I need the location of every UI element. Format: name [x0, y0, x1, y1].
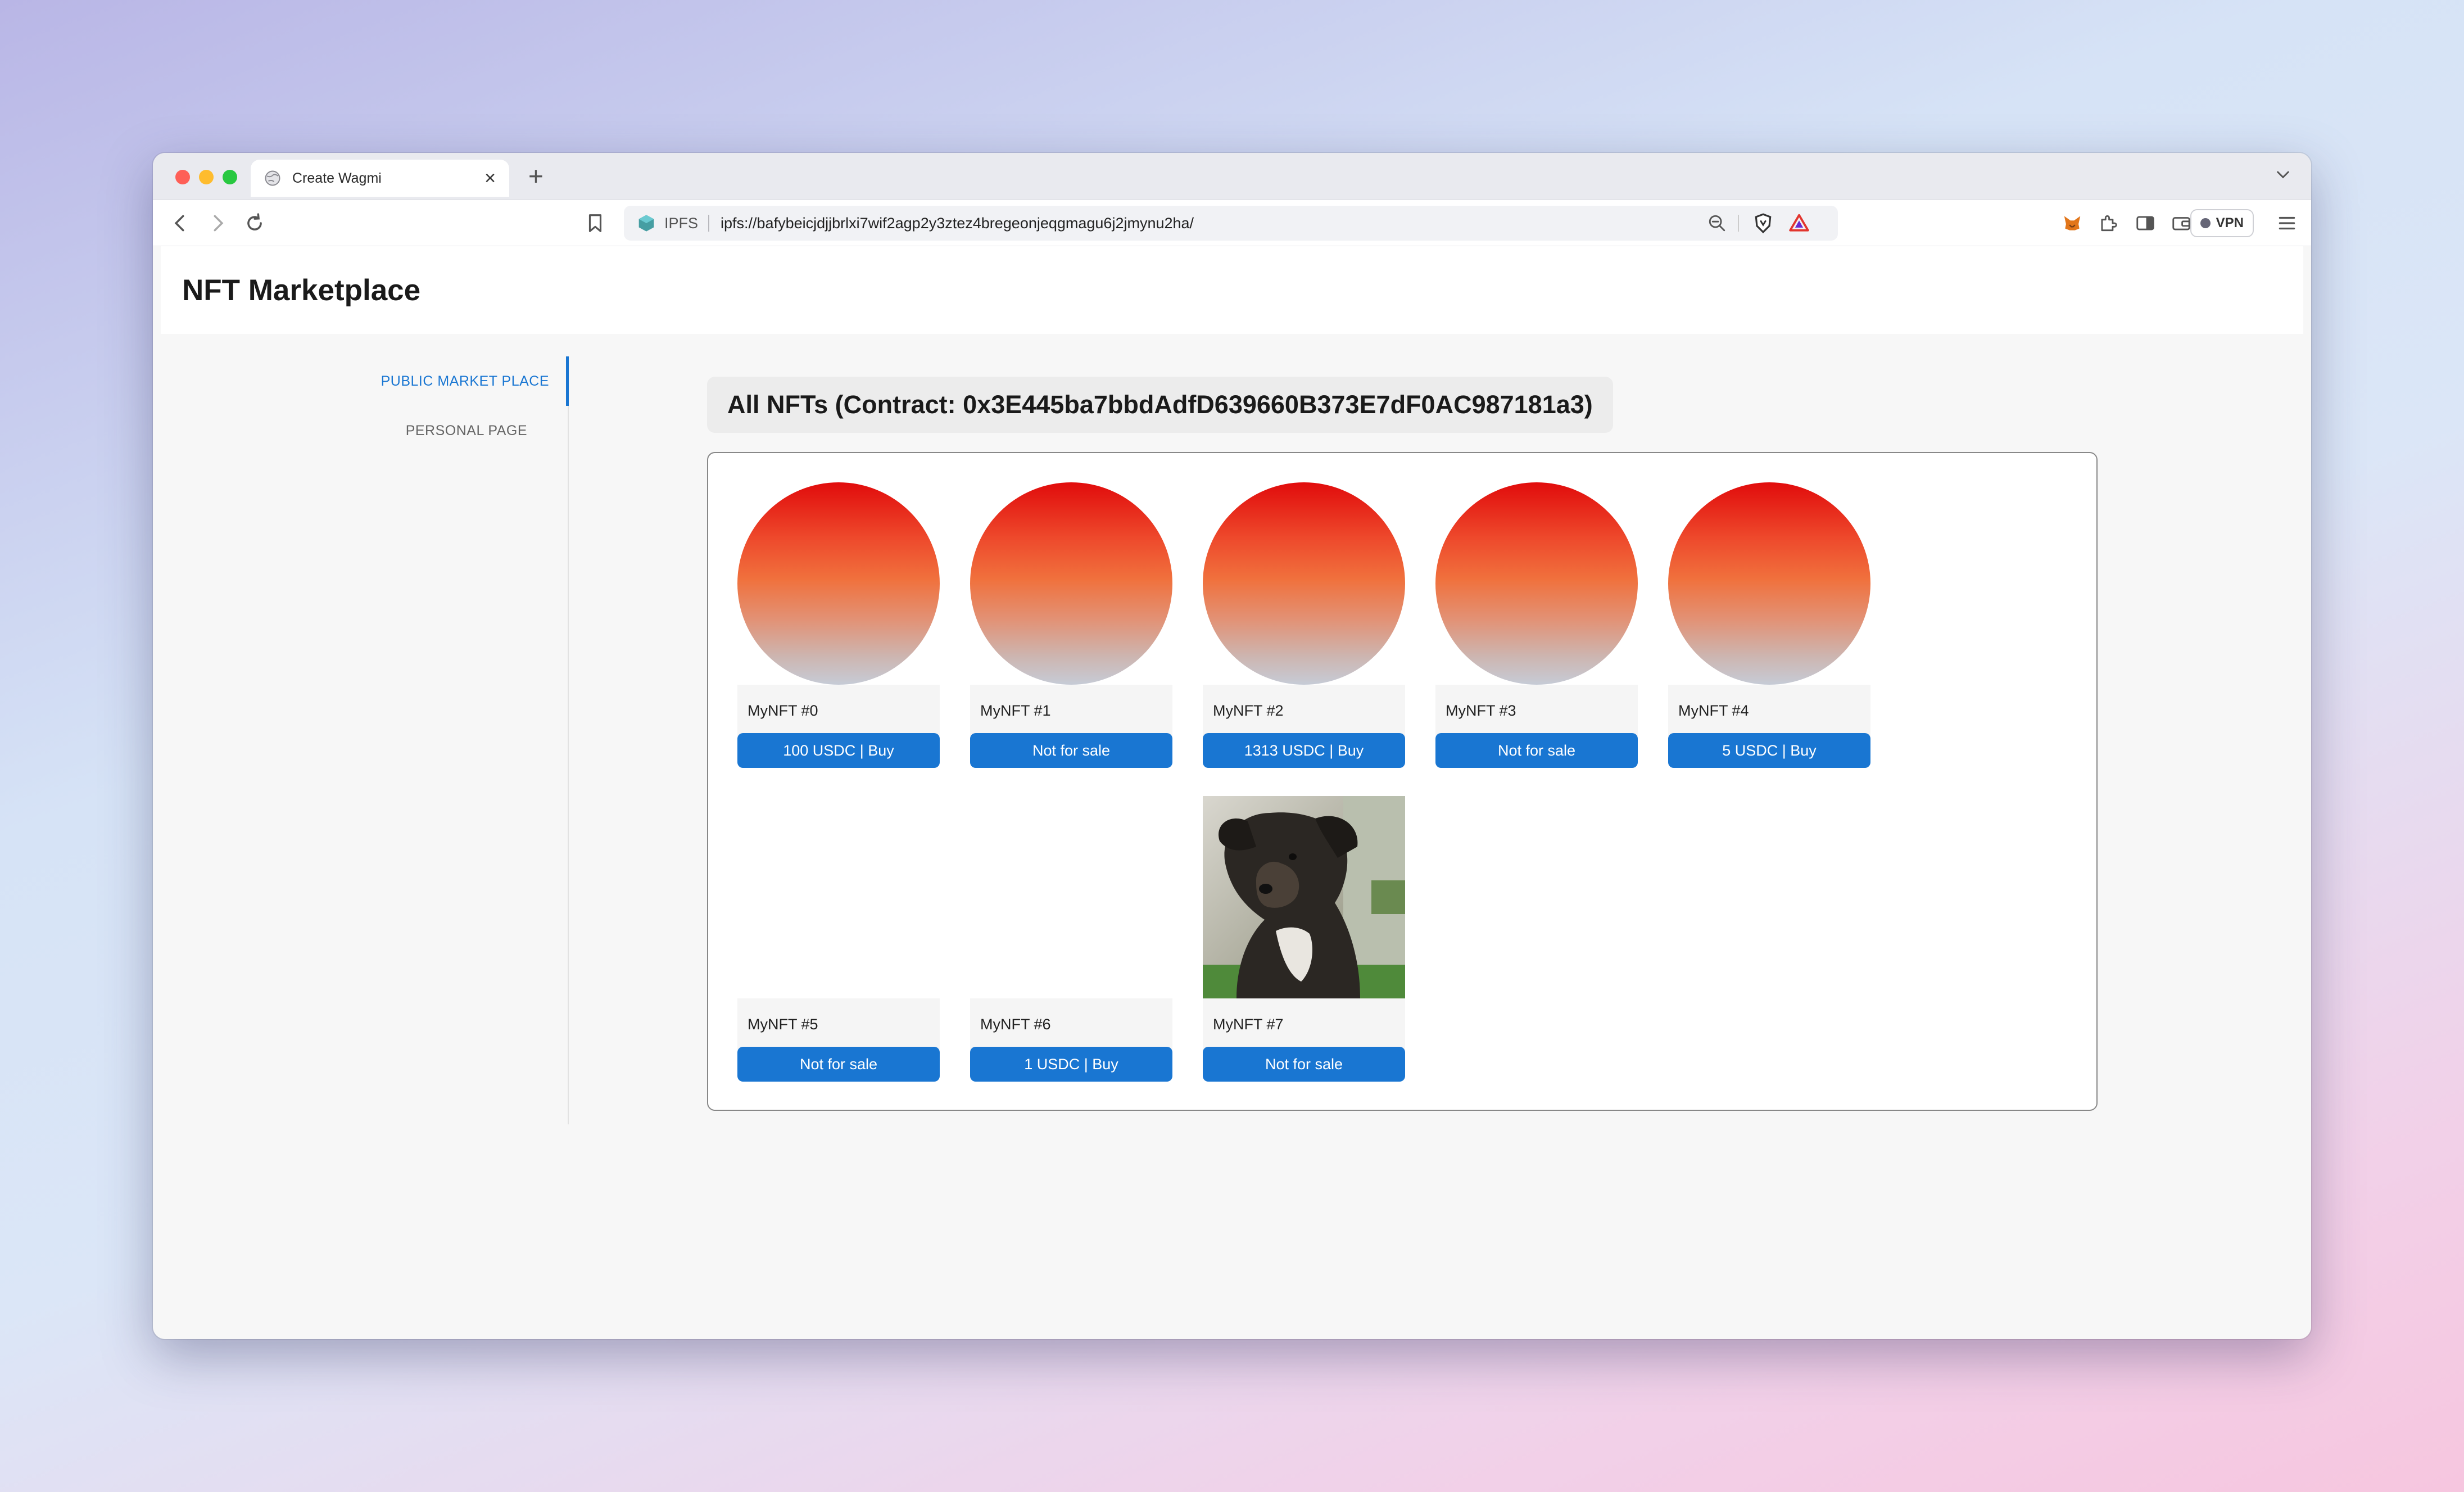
vpn-button[interactable]: VPN [2190, 209, 2254, 237]
nft-name: MyNFT #6 [970, 998, 1172, 1050]
browser-tab[interactable]: Create Wagmi × [251, 160, 509, 197]
nft-card-4: MyNFT #4 5 USDC | Buy [1668, 482, 1870, 768]
address-divider-2 [1738, 215, 1739, 232]
not-for-sale-button[interactable]: Not for sale [970, 733, 1172, 768]
nft-image [737, 482, 940, 685]
back-arrow-icon[interactable] [170, 213, 191, 234]
nft-image [1435, 482, 1638, 685]
menu-hamburger-icon[interactable] [2276, 213, 2298, 234]
nft-name: MyNFT #0 [737, 685, 940, 736]
nav-item-personal-page[interactable]: PERSONAL PAGE [354, 406, 568, 455]
wallet-icon[interactable] [2171, 213, 2192, 234]
section-title: All NFTs (Contract: 0x3E445ba7bbdAdfD639… [707, 377, 1613, 433]
gradient-circle-image [1435, 482, 1638, 685]
tab-title: Create Wagmi [292, 170, 382, 186]
forward-arrow-icon[interactable] [207, 213, 228, 234]
zoom-out-icon[interactable] [1707, 214, 1727, 233]
nft-image [970, 482, 1172, 685]
metamask-fox-icon[interactable] [2062, 213, 2083, 234]
browser-toolbar: IPFS ipfs://bafybeicjdjjbrlxi7wif2agp2y3… [153, 200, 2311, 246]
address-prefix: IPFS [664, 214, 699, 232]
gradient-circle-image [1203, 482, 1405, 685]
sidebar-toggle-icon[interactable] [2135, 213, 2156, 234]
nft-image [1203, 482, 1405, 685]
zoom-window-button[interactable] [223, 170, 237, 184]
nft-name: MyNFT #5 [737, 998, 940, 1050]
nft-card-1: MyNFT #1 Not for sale [970, 482, 1172, 768]
nft-card-2: MyNFT #2 1313 USDC | Buy [1203, 482, 1405, 768]
extensions-puzzle-icon[interactable] [2098, 213, 2119, 234]
buy-button[interactable]: 1313 USDC | Buy [1203, 733, 1405, 768]
not-for-sale-button[interactable]: Not for sale [1203, 1047, 1405, 1082]
nft-card-0: MyNFT #0 100 USDC | Buy [737, 482, 940, 768]
not-for-sale-button[interactable]: Not for sale [1435, 733, 1638, 768]
nft-card-5: MyNFT #5 Not for sale [737, 796, 940, 1082]
nft-name: MyNFT #7 [1203, 998, 1405, 1050]
nft-grid: MyNFT #0 100 USDC | Buy MyNFT #1 Not for… [707, 452, 2098, 1111]
tab-strip: Create Wagmi × + [153, 153, 2311, 200]
nft-image [1668, 482, 1870, 685]
buy-button[interactable]: 5 USDC | Buy [1668, 733, 1870, 768]
nft-card-6: MyNFT #6 1 USDC | Buy [970, 796, 1172, 1082]
brave-shield-icon[interactable] [1752, 213, 1774, 234]
vpn-label: VPN [2216, 215, 2244, 230]
browser-window: Create Wagmi × + IPFS ipfs://bafybeicjdj… [153, 153, 2311, 1339]
nft-image-blank [970, 796, 1172, 998]
url-text[interactable]: ipfs://bafybeicjdjjbrlxi7wif2agp2y3ztez4… [721, 215, 1707, 232]
nft-card-3: MyNFT #3 Not for sale [1435, 482, 1638, 768]
nft-name: MyNFT #1 [970, 685, 1172, 736]
buy-button[interactable]: 1 USDC | Buy [970, 1047, 1172, 1082]
chevron-down-icon[interactable] [2274, 165, 2292, 183]
ipfs-icon [638, 215, 654, 232]
not-for-sale-button[interactable]: Not for sale [737, 1047, 940, 1082]
page-title: NFT Marketplace [182, 274, 421, 307]
address-bar[interactable]: IPFS ipfs://bafybeicjdjjbrlxi7wif2agp2y3… [624, 206, 1838, 241]
buy-button[interactable]: 100 USDC | Buy [737, 733, 940, 768]
nft-card-7: MyNFT #7 Not for sale [1203, 796, 1405, 1082]
reload-icon[interactable] [244, 213, 265, 234]
bookmark-icon[interactable] [585, 213, 606, 234]
tab-close-icon[interactable]: × [484, 169, 496, 188]
vpn-status-icon [2200, 218, 2211, 228]
close-window-button[interactable] [175, 170, 190, 184]
nft-image-blank [737, 796, 940, 998]
side-navigation: PUBLIC MARKET PLACE PERSONAL PAGE [355, 356, 569, 1124]
globe-icon [265, 170, 280, 186]
gradient-circle-image [737, 482, 940, 685]
address-divider [708, 215, 710, 232]
minimize-window-button[interactable] [199, 170, 214, 184]
dog-photo-image [1203, 796, 1405, 998]
app-header: NFT Marketplace [161, 246, 2303, 334]
web-page: NFT Marketplace PUBLIC MARKET PLACE PERS… [153, 246, 2311, 1339]
gradient-circle-image [970, 482, 1172, 685]
gradient-circle-image [1668, 482, 1870, 685]
nft-name: MyNFT #2 [1203, 685, 1405, 736]
bat-rewards-icon[interactable] [1788, 213, 1810, 234]
nav-item-public-market-place[interactable]: PUBLIC MARKET PLACE [355, 356, 569, 406]
nft-name: MyNFT #3 [1435, 685, 1638, 736]
nft-name: MyNFT #4 [1668, 685, 1870, 736]
nft-image [1203, 796, 1405, 998]
new-tab-button[interactable]: + [528, 161, 543, 191]
